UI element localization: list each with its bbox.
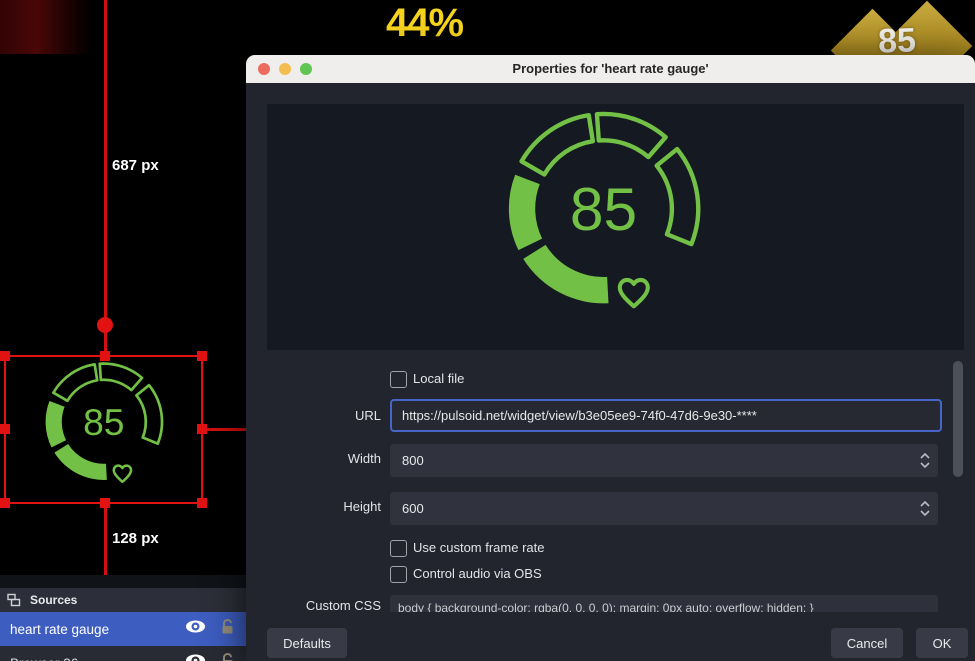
sources-panel-header[interactable]: Sources	[0, 588, 246, 613]
custom-css-field[interactable]: body { background-color: rgba(0, 0, 0, 0…	[390, 595, 938, 612]
percent-overlay-text: 44%	[386, 1, 463, 46]
dialog-titlebar[interactable]: Properties for 'heart rate gauge'	[246, 55, 975, 83]
unlock-icon[interactable]	[219, 618, 236, 640]
source-label: heart rate gauge	[10, 622, 184, 637]
control-audio-label: Control audio via OBS	[413, 566, 542, 581]
source-row-heart-rate-gauge[interactable]: heart rate gauge	[0, 612, 246, 646]
widget-preview-area: 85	[267, 104, 964, 350]
source-label: Browser 36	[10, 656, 184, 661]
selection-handle-bottom-center[interactable]	[100, 498, 110, 508]
svg-text:85: 85	[570, 175, 637, 243]
local-file-checkbox[interactable]	[390, 371, 407, 388]
vertical-guide-line	[104, 504, 107, 575]
unlock-icon[interactable]	[219, 652, 236, 661]
width-label: Width	[261, 451, 381, 466]
height-measurement-label: 687 px	[112, 157, 159, 174]
canvas-red-overlay	[0, 0, 92, 54]
dialog-scrollbar[interactable]	[953, 361, 963, 477]
height-value: 600	[402, 501, 920, 516]
svg-text:85: 85	[83, 401, 124, 443]
width-spin-down-icon[interactable]	[920, 462, 930, 468]
selection-handle-mid-left[interactable]	[0, 424, 10, 434]
vertical-guide-line	[104, 0, 107, 355]
sources-panel: Sources heart rate gauge	[0, 575, 246, 661]
visibility-eye-icon[interactable]	[184, 619, 207, 639]
sources-panel-icon	[7, 593, 21, 607]
dialog-scroll-area: 85 Local file URL Width 800 Height 600	[246, 83, 975, 612]
selection-handle-mid-right[interactable]	[197, 424, 207, 434]
ok-button[interactable]: OK	[916, 628, 968, 658]
width-value: 800	[402, 453, 920, 468]
rotation-handle[interactable]	[97, 317, 113, 333]
selection-handle-bottom-right[interactable]	[197, 498, 207, 508]
control-audio-checkbox[interactable]	[390, 566, 407, 583]
width-measurement-label: 128 px	[112, 530, 159, 547]
defaults-button[interactable]: Defaults	[267, 628, 347, 658]
visibility-eye-icon[interactable]	[184, 653, 207, 661]
height-label: Height	[261, 499, 381, 514]
height-spin-up-icon[interactable]	[920, 501, 930, 507]
source-row-browser-36[interactable]: Browser 36	[0, 646, 246, 661]
heart-rate-gauge-preview: 85	[503, 108, 708, 323]
dialog-title: Properties for 'heart rate gauge'	[246, 55, 975, 83]
properties-dialog: Properties for 'heart rate gauge' 85 Loc…	[246, 55, 975, 661]
horizontal-guide-line	[204, 428, 246, 431]
heart-rate-gauge-source[interactable]: 85	[42, 360, 168, 492]
local-file-label: Local file	[413, 371, 464, 386]
height-spin-down-icon[interactable]	[920, 510, 930, 516]
selection-handle-top-left[interactable]	[0, 351, 10, 361]
cancel-button[interactable]: Cancel	[831, 628, 903, 658]
url-label: URL	[261, 408, 381, 423]
width-spin-up-icon[interactable]	[920, 453, 930, 459]
custom-framerate-label: Use custom frame rate	[413, 540, 545, 555]
width-spinbox[interactable]: 800	[390, 444, 938, 477]
selection-handle-top-right[interactable]	[197, 351, 207, 361]
obs-main-window: 44% 85 687 px 128 px 85 Sources	[0, 0, 975, 661]
height-spinbox[interactable]: 600	[390, 492, 938, 525]
url-input[interactable]	[390, 399, 942, 432]
custom-framerate-checkbox[interactable]	[390, 540, 407, 557]
dock-divider	[0, 575, 246, 588]
custom-css-label: Custom CSS	[261, 598, 381, 612]
selection-handle-bottom-left[interactable]	[0, 498, 10, 508]
sources-panel-title: Sources	[30, 593, 77, 607]
